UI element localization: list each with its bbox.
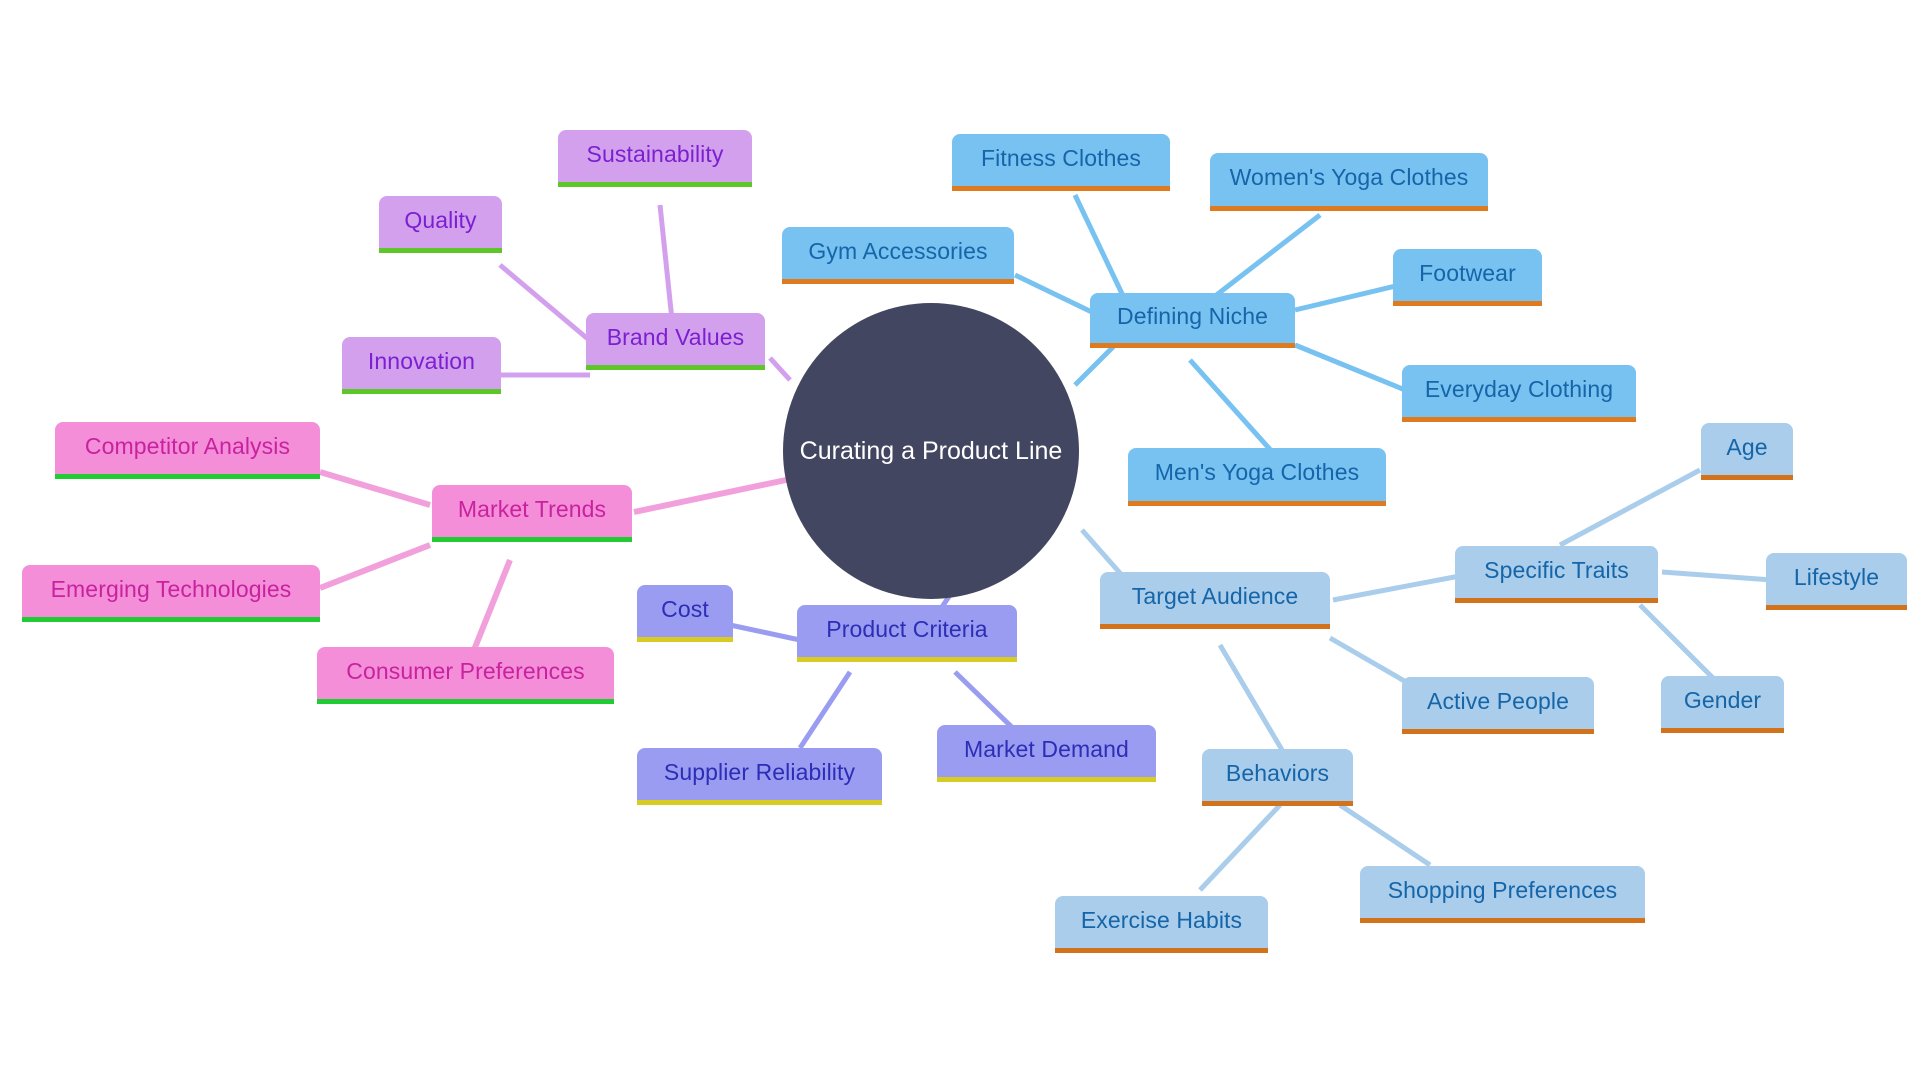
node-sustainability-label: Sustainability [586, 140, 724, 167]
node-exercise-habits[interactable]: Exercise Habits [1055, 896, 1268, 953]
center-node[interactable]: Curating a Product Line [783, 303, 1079, 599]
node-brand-values-label: Brand Values [606, 323, 745, 350]
node-womens-yoga-clothes[interactable]: Women's Yoga Clothes [1210, 153, 1488, 211]
node-consumer-preferences[interactable]: Consumer Preferences [317, 647, 614, 704]
node-active-people[interactable]: Active People [1402, 677, 1594, 734]
node-supplier-reliability-label: Supplier Reliability [663, 758, 856, 785]
node-emerging-technologies-label: Emerging Technologies [50, 575, 292, 602]
node-quality-label: Quality [404, 206, 477, 233]
node-competitor-analysis[interactable]: Competitor Analysis [55, 422, 320, 479]
mindmap-canvas: Curating a Product Line Defining Niche F… [0, 0, 1920, 1080]
node-market-demand[interactable]: Market Demand [937, 725, 1156, 782]
center-node-label: Curating a Product Line [799, 436, 1063, 465]
node-innovation[interactable]: Innovation [342, 337, 501, 394]
node-competitor-analysis-label: Competitor Analysis [84, 432, 291, 459]
node-product-criteria-label: Product Criteria [826, 615, 988, 642]
node-mens-yoga-clothes[interactable]: Men's Yoga Clothes [1128, 448, 1386, 506]
node-market-demand-label: Market Demand [964, 735, 1129, 762]
node-mens-yoga-clothes-label: Men's Yoga Clothes [1154, 459, 1360, 485]
node-fitness-clothes-label: Fitness Clothes [980, 144, 1141, 171]
node-defining-niche[interactable]: Defining Niche [1090, 293, 1295, 348]
node-sustainability[interactable]: Sustainability [558, 130, 752, 187]
node-cost[interactable]: Cost [637, 585, 733, 642]
node-target-audience-label: Target Audience [1131, 582, 1299, 609]
node-lifestyle[interactable]: Lifestyle [1766, 553, 1907, 610]
node-quality[interactable]: Quality [379, 196, 502, 253]
node-innovation-label: Innovation [367, 347, 476, 374]
node-market-trends-label: Market Trends [457, 495, 607, 522]
node-behaviors-label: Behaviors [1225, 759, 1330, 786]
node-shopping-preferences[interactable]: Shopping Preferences [1360, 866, 1645, 923]
node-age-label: Age [1726, 433, 1768, 460]
node-active-people-label: Active People [1427, 687, 1569, 714]
node-emerging-technologies[interactable]: Emerging Technologies [22, 565, 320, 622]
node-gender[interactable]: Gender [1661, 676, 1784, 733]
node-exercise-habits-label: Exercise Habits [1080, 906, 1243, 933]
node-womens-yoga-clothes-label: Women's Yoga Clothes [1229, 164, 1469, 190]
node-everyday-clothing-label: Everyday Clothing [1424, 375, 1614, 402]
node-consumer-preferences-label: Consumer Preferences [346, 657, 585, 684]
node-lifestyle-label: Lifestyle [1793, 563, 1880, 590]
node-everyday-clothing[interactable]: Everyday Clothing [1402, 365, 1636, 422]
node-gym-accessories-label: Gym Accessories [808, 237, 988, 264]
node-supplier-reliability[interactable]: Supplier Reliability [637, 748, 882, 805]
node-behaviors[interactable]: Behaviors [1202, 749, 1353, 806]
node-age[interactable]: Age [1701, 423, 1793, 480]
node-shopping-preferences-label: Shopping Preferences [1387, 876, 1618, 903]
node-product-criteria[interactable]: Product Criteria [797, 605, 1017, 662]
node-footwear-label: Footwear [1419, 259, 1516, 286]
node-gender-label: Gender [1683, 686, 1762, 713]
node-fitness-clothes[interactable]: Fitness Clothes [952, 134, 1170, 191]
node-market-trends[interactable]: Market Trends [432, 485, 632, 542]
node-defining-niche-label: Defining Niche [1117, 302, 1268, 329]
node-brand-values[interactable]: Brand Values [586, 313, 765, 370]
node-specific-traits-label: Specific Traits [1484, 556, 1629, 583]
node-specific-traits[interactable]: Specific Traits [1455, 546, 1658, 603]
node-footwear[interactable]: Footwear [1393, 249, 1542, 306]
node-cost-label: Cost [661, 595, 709, 622]
node-gym-accessories[interactable]: Gym Accessories [782, 227, 1014, 284]
node-target-audience[interactable]: Target Audience [1100, 572, 1330, 629]
